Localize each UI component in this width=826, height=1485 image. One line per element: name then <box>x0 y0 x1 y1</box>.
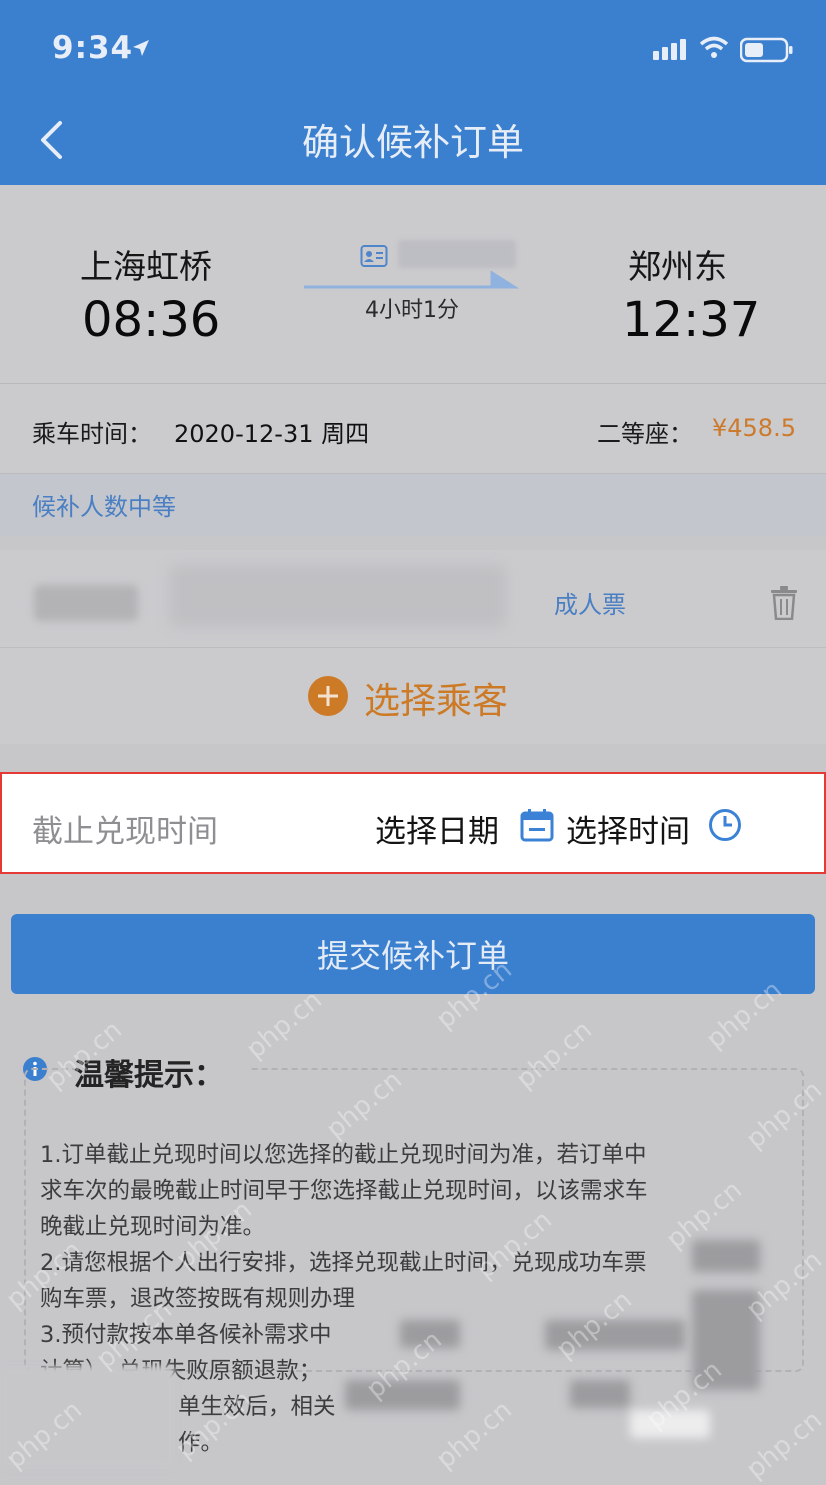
direction-arrow-icon <box>304 271 520 289</box>
trip-duration: 4小时1分 <box>365 298 459 323</box>
queue-status-text: 候补人数中等 <box>32 493 176 521</box>
watermark: php.cn <box>240 985 328 1065</box>
departure-station: 上海虹桥 <box>80 247 212 286</box>
passenger-id-redacted <box>170 565 506 627</box>
calendar-icon[interactable] <box>520 808 554 842</box>
select-passenger-button[interactable]: 选择乘客 <box>364 672 508 724</box>
clock-icon[interactable] <box>708 808 742 842</box>
seat-class-label: 二等座： <box>597 420 693 448</box>
tip-line: 购车票，退改签按既有规则办理 <box>40 1286 356 1312</box>
submit-order-button[interactable]: 提交候补订单 <box>11 914 815 994</box>
location-arrow-icon <box>133 40 149 56</box>
cellular-signal-icon <box>653 39 686 60</box>
id-card-icon <box>360 245 388 267</box>
travel-date-label: 乘车时间： <box>32 420 152 448</box>
status-time: 9:34 <box>52 30 134 66</box>
ticket-price: ¥458.5 <box>712 414 796 442</box>
travel-date-value: 2020-12-31 周四 <box>174 420 370 448</box>
redacted-area <box>570 1380 630 1408</box>
wifi-icon <box>699 36 729 58</box>
add-circle-icon[interactable] <box>308 676 348 716</box>
watermark: php.cn <box>740 1405 826 1485</box>
page-title: 确认候补订单 <box>302 121 524 164</box>
deadline-label: 截止兑现时间 <box>32 814 218 850</box>
tip-line: 求车次的最晚截止时间早于您选择截止兑现时间，以该需求车 <box>40 1178 648 1204</box>
divider <box>0 647 826 648</box>
departure-time: 08:36 <box>82 292 221 348</box>
passenger-name-redacted <box>34 585 138 621</box>
ticket-type-link[interactable]: 成人票 <box>554 585 626 620</box>
choose-date-button[interactable]: 选择日期 <box>375 806 499 851</box>
trash-icon[interactable] <box>770 586 798 620</box>
tip-line: 3.预付款按本单各候补需求中 <box>40 1322 332 1348</box>
train-number-redacted <box>398 240 516 268</box>
choose-time-button[interactable]: 选择时间 <box>566 806 690 851</box>
arrival-time: 12:37 <box>622 292 761 348</box>
redacted-area <box>692 1240 760 1272</box>
arrival-station: 郑州东 <box>628 247 727 286</box>
tip-line: 2.请您根据个人出行安排，选择兑现截止时间，兑现成功车票 <box>40 1250 647 1276</box>
battery-icon <box>740 37 793 63</box>
